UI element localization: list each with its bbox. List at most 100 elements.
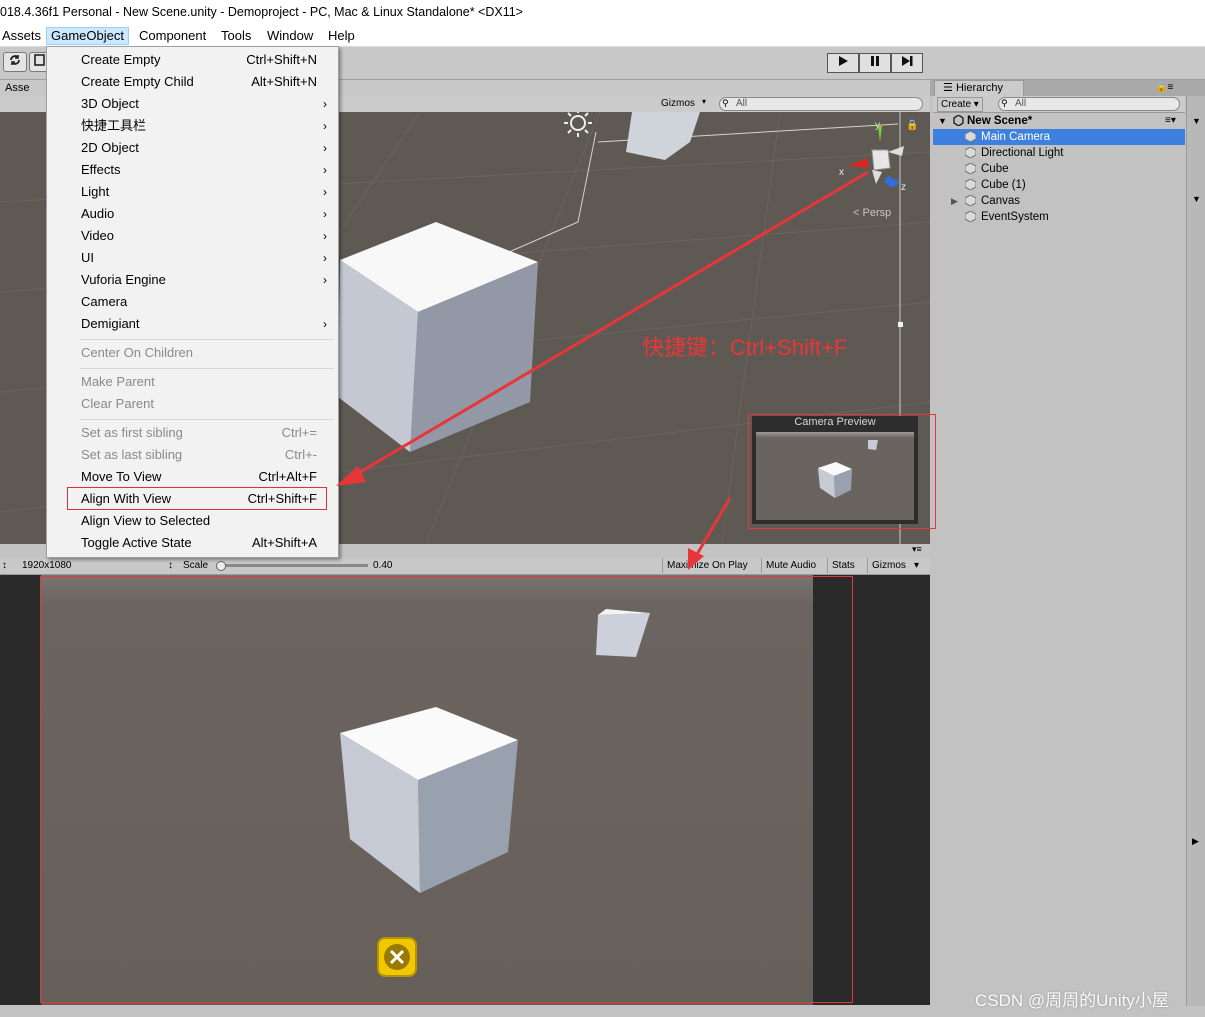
menu-item-create-empty[interactable]: Create Empty Ctrl+Shift+N	[48, 49, 337, 71]
menu-item-light[interactable]: Light ›	[48, 181, 337, 203]
menu-gameobject[interactable]: GameObject	[46, 27, 129, 45]
submenu-arrow-icon: ›	[323, 207, 327, 221]
gameobject-cube-icon	[965, 195, 976, 206]
gameobject-cube-icon	[965, 179, 976, 190]
hierarchy-tab[interactable]: ☰ Hierarchy	[934, 80, 1024, 96]
dropdown-arrow-icon: ▾	[702, 97, 707, 106]
mute-audio-button[interactable]: Mute Audio	[761, 558, 820, 573]
scene-search-input[interactable]: All	[719, 97, 923, 111]
menu-item-vuforia-engine[interactable]: Vuforia Engine ›	[48, 269, 337, 291]
hierarchy-item-cube-1[interactable]: Cube (1)	[933, 177, 1185, 193]
menu-item-3d-object[interactable]: 3D Object ›	[48, 93, 337, 115]
hierarchy-create-label: Create	[941, 99, 972, 110]
hierarchy-search-input[interactable]: All	[998, 97, 1180, 111]
hierarchy-item-eventsystem[interactable]: EventSystem	[933, 209, 1185, 225]
menu-item-ui[interactable]: UI ›	[48, 247, 337, 269]
hierarchy-toolbar: Create ▾ All ⚲	[933, 96, 1185, 113]
title-bar: 018.4.36f1 Personal - New Scene.unity - …	[0, 0, 1205, 26]
menu-item-clear-parent: Clear Parent	[81, 396, 154, 411]
menu-item-video[interactable]: Video ›	[48, 225, 337, 247]
menu-item-shortcut-toolbar[interactable]: 快捷工具栏 ›	[48, 115, 337, 137]
window-title: 018.4.36f1 Personal - New Scene.unity - …	[0, 5, 523, 19]
scale-slider-track[interactable]	[218, 564, 368, 567]
scroll-down-icon[interactable]: ▼	[1192, 194, 1201, 204]
hierarchy-item-label: Cube	[981, 163, 1009, 175]
scale-label: Scale	[183, 560, 209, 571]
hierarchy-lock-icon[interactable]: 🔒≡	[1155, 82, 1173, 93]
play-button[interactable]	[827, 53, 859, 73]
hierarchy-item-directional-light[interactable]: Directional Light	[933, 145, 1185, 161]
scene-menu-icon[interactable]: ≡▾	[1165, 113, 1176, 129]
step-button[interactable]	[891, 53, 923, 73]
search-icon: ⚲	[722, 98, 729, 108]
menu-tools[interactable]: Tools	[217, 28, 255, 44]
rotate-tool-button[interactable]	[3, 52, 27, 72]
expand-arrow-icon[interactable]: ▼	[938, 113, 947, 129]
scale-value: 0.40	[373, 560, 393, 571]
gameobject-cube-icon	[965, 211, 976, 222]
scroll-right-icon[interactable]: ▶	[1192, 836, 1199, 847]
menu-help[interactable]: Help	[324, 28, 359, 44]
hierarchy-item-main-camera[interactable]: Main Camera	[933, 129, 1185, 145]
display-dropdown-arrow-icon[interactable]: ↕	[2, 559, 7, 573]
gameobject-cube-icon	[965, 163, 976, 174]
submenu-arrow-icon: ›	[323, 273, 327, 287]
menu-item-create-empty-child[interactable]: Create Empty Child Alt+Shift+N	[48, 71, 337, 93]
hierarchy-list-icon: ☰	[943, 82, 953, 94]
menu-separator	[80, 368, 334, 369]
maximize-on-play-button[interactable]: Maximize On Play	[662, 558, 752, 573]
scene-gizmos-dropdown[interactable]: Gizmos	[661, 98, 695, 109]
hierarchy-item-cube[interactable]: Cube	[933, 161, 1185, 177]
resolution-dropdown[interactable]: 1920x1080	[22, 559, 72, 573]
hierarchy-create-button[interactable]: Create ▾	[937, 97, 983, 112]
hierarchy-item-canvas[interactable]: ▶ Canvas	[933, 193, 1185, 209]
pause-button[interactable]	[859, 53, 891, 73]
menu-separator	[80, 419, 334, 420]
menu-item-toggle-active-state[interactable]: Toggle Active State Alt+Shift+A	[48, 532, 337, 554]
hierarchy-tab-label: Hierarchy	[955, 82, 1004, 94]
resolution-dropdown-arrow-icon: ↕	[168, 560, 173, 571]
panel-menu-icon[interactable]: ▾≡	[912, 544, 922, 555]
menu-component[interactable]: Component	[135, 28, 210, 44]
menu-item-center-on-children: Center On Children	[81, 345, 193, 360]
lock-icon[interactable]: 🔒	[906, 120, 918, 131]
gizmos-dropdown-arrow-icon[interactable]: ▾	[914, 559, 919, 573]
axis-x-label: x	[839, 167, 844, 178]
menu-item-demigiant[interactable]: Demigiant ›	[48, 313, 337, 335]
gameobject-cube-icon	[965, 131, 976, 142]
menu-item-set-last-sibling: Set as last sibling Ctrl+-	[81, 447, 317, 462]
game-view-highlight	[40, 576, 853, 1003]
scene-name: New Scene*	[967, 115, 1033, 127]
watermark: CSDN @周周的Unity小屋	[975, 991, 1169, 1010]
menu-item-align-view-to-selected[interactable]: Align View to Selected	[48, 510, 337, 532]
camera-preview-highlight	[748, 414, 936, 529]
menu-item-move-to-view[interactable]: Move To View Ctrl+Alt+F	[48, 466, 337, 488]
assets-tab[interactable]: Asse	[5, 82, 29, 94]
scale-slider-thumb[interactable]	[216, 561, 226, 571]
hierarchy-scene-row[interactable]: ▼ New Scene* ≡▾	[933, 113, 1185, 129]
stats-button[interactable]: Stats	[827, 558, 859, 573]
pause-icon	[871, 56, 879, 66]
inspector-edge-scrollbar[interactable]: ▼ ▼ ▶	[1186, 96, 1205, 1006]
menu-item-2d-object[interactable]: 2D Object ›	[48, 137, 337, 159]
scroll-down-icon[interactable]: ▼	[1192, 116, 1201, 126]
gameobject-cube-icon	[965, 147, 976, 158]
hierarchy-item-label: Cube (1)	[981, 179, 1026, 191]
axis-y-label: y	[875, 120, 880, 131]
game-gizmos-button[interactable]: Gizmos	[867, 558, 910, 573]
menu-assets[interactable]: Assets	[0, 28, 45, 44]
unity-logo-icon	[953, 115, 964, 126]
expand-arrow-icon[interactable]: ▶	[951, 193, 958, 209]
rect-tool-icon	[33, 54, 45, 66]
projection-toggle[interactable]: < Persp	[853, 207, 891, 219]
menu-window[interactable]: Window	[263, 28, 317, 44]
submenu-arrow-icon: ›	[323, 317, 327, 331]
refresh-icon	[10, 55, 20, 65]
hierarchy-item-label: Main Camera	[981, 131, 1051, 143]
menu-item-camera[interactable]: Camera	[48, 291, 337, 313]
rect-tool-button[interactable]	[29, 52, 47, 72]
persp-label: Persp	[862, 207, 892, 219]
submenu-arrow-icon: ›	[323, 163, 327, 177]
menu-item-effects[interactable]: Effects ›	[48, 159, 337, 181]
menu-item-audio[interactable]: Audio ›	[48, 203, 337, 225]
